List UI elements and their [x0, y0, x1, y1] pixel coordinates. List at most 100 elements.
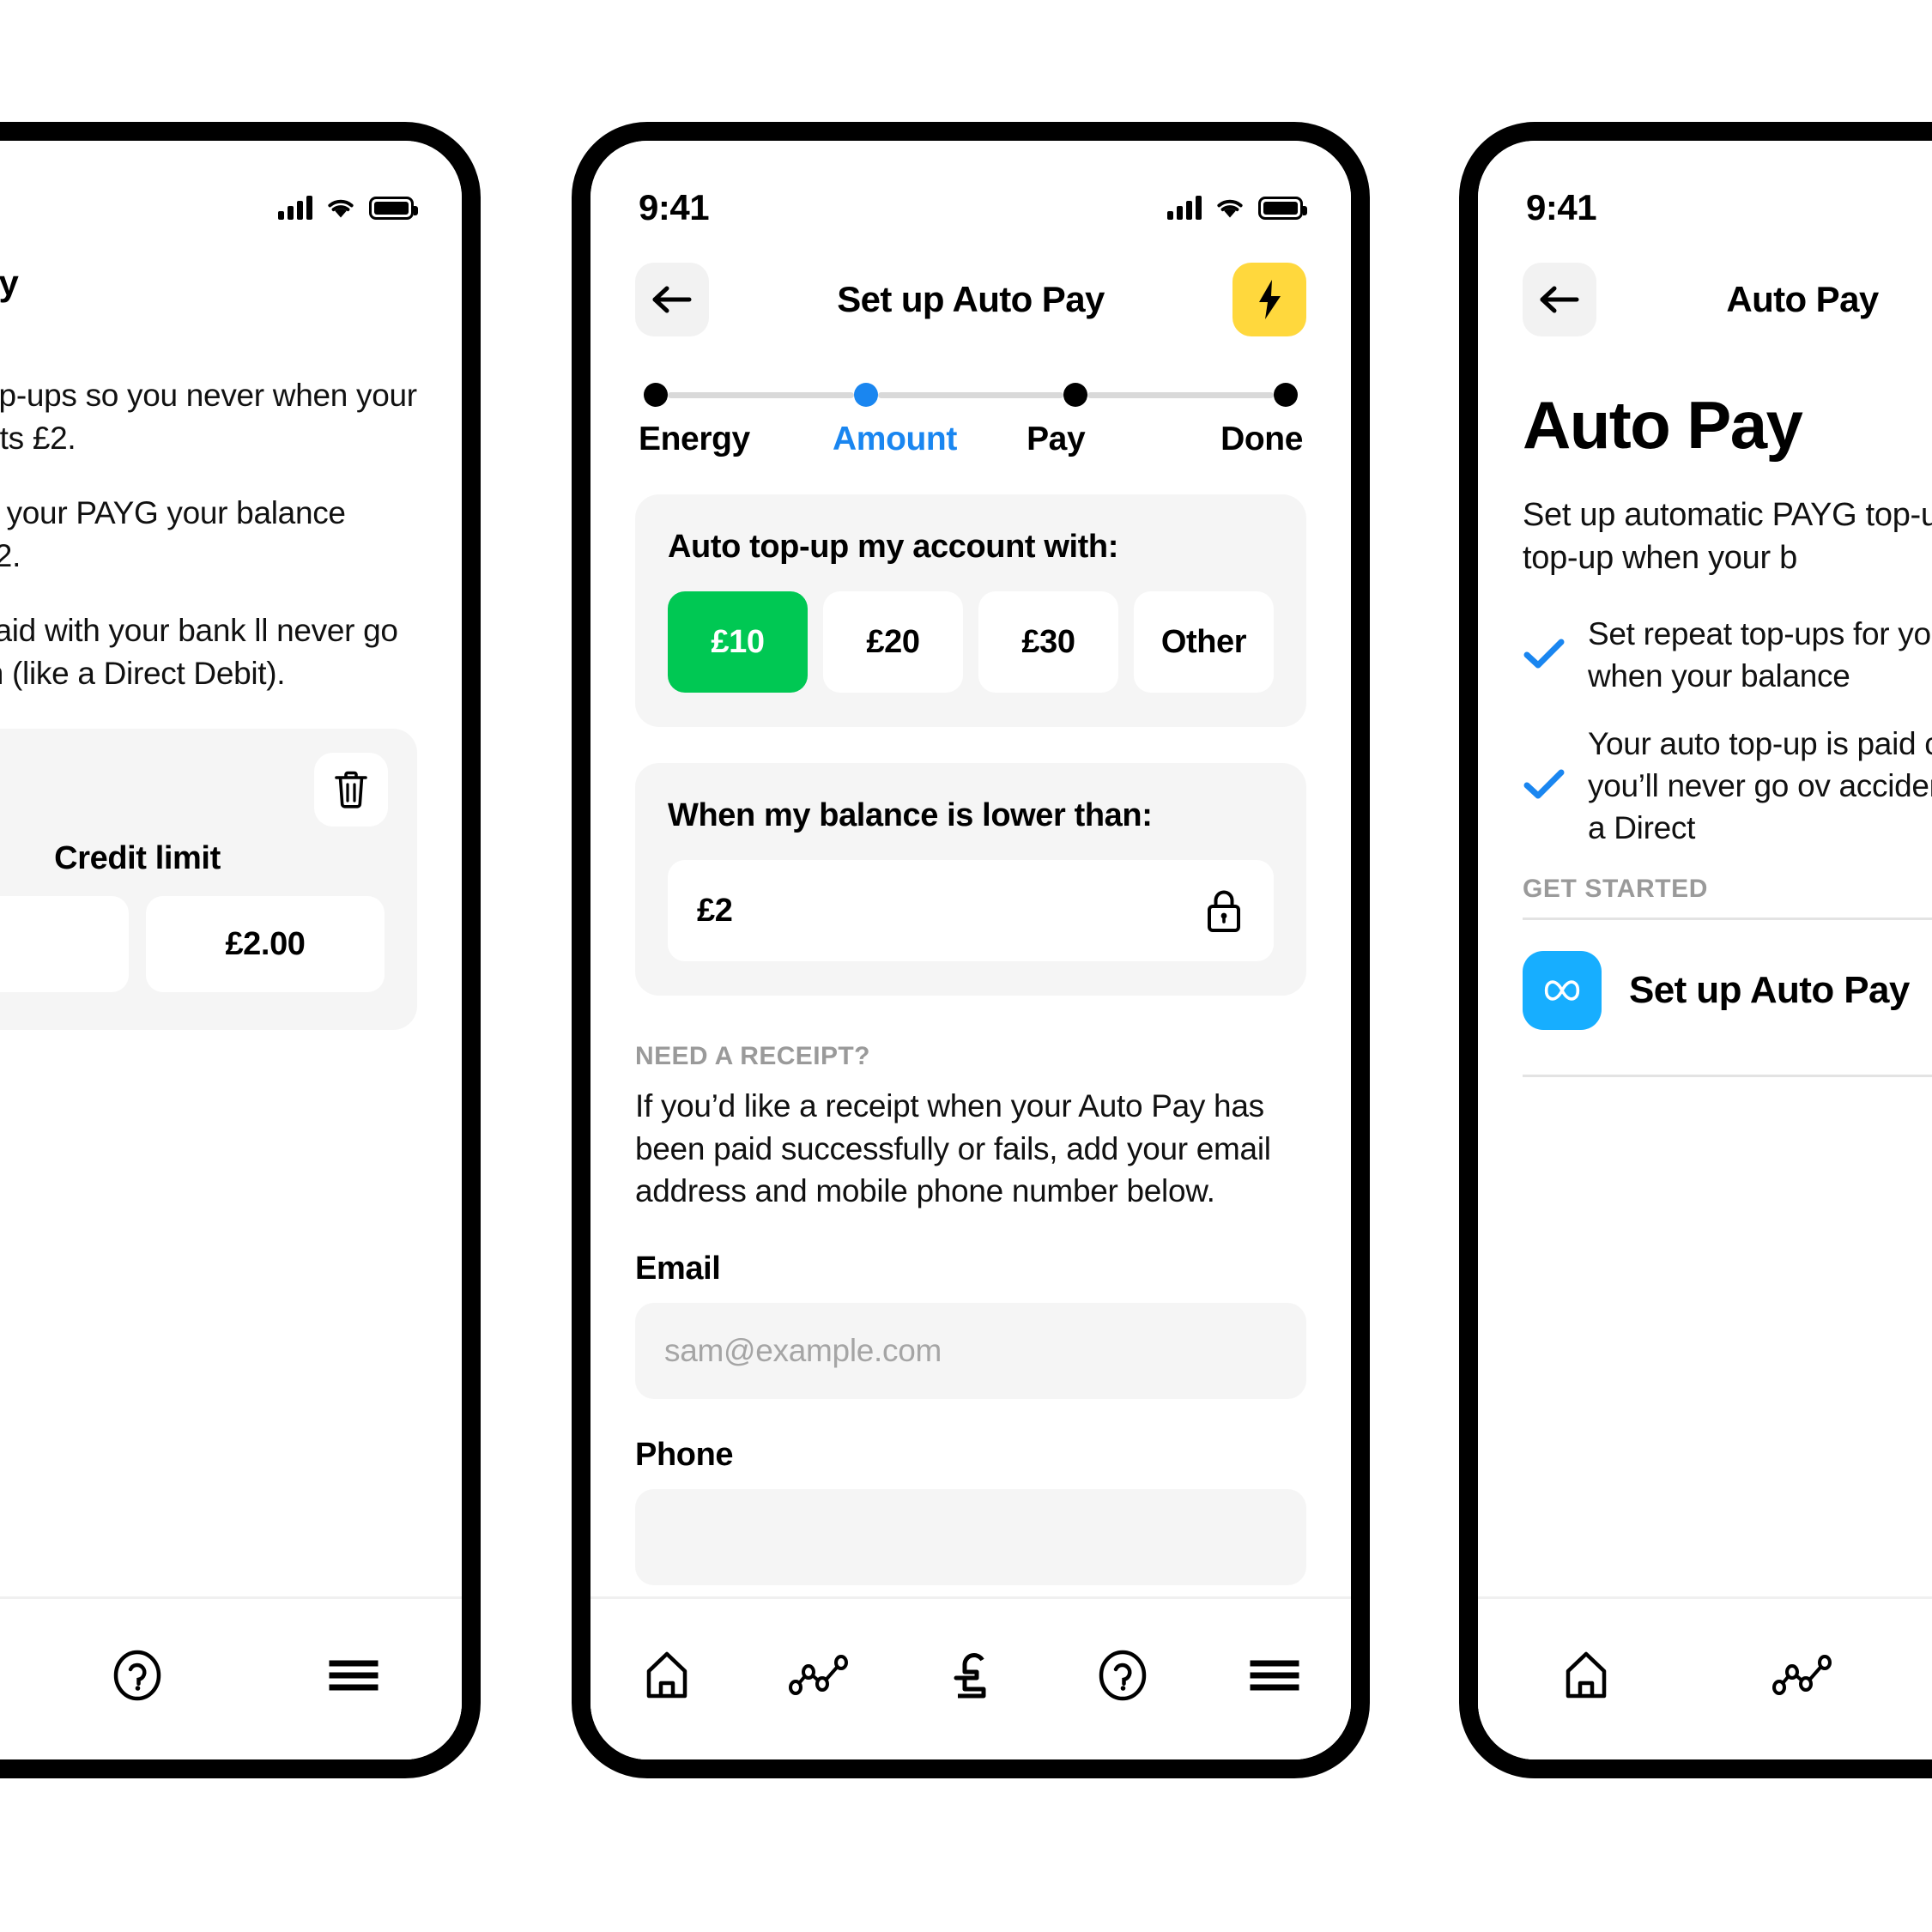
arrow-left-icon: [652, 286, 692, 313]
benefit-text-1: Set repeat top-ups for yo meter when you…: [1588, 616, 1932, 694]
usage-chart-icon: [788, 1655, 848, 1695]
balance-threshold-title: When my balance is lower than:: [668, 797, 1153, 833]
setup-auto-pay-row[interactable]: Set up Auto Pay: [1523, 920, 1932, 1061]
step-label-pay: Pay: [1027, 421, 1086, 457]
nav-bar-right: Auto Pay: [1478, 242, 1932, 347]
tab-home-right[interactable]: [1478, 1637, 1694, 1714]
back-button-right[interactable]: [1523, 263, 1596, 336]
signal-bars-icon: [1167, 196, 1202, 220]
page-title-right: Auto Pay: [1726, 279, 1879, 319]
status-icons: [278, 196, 418, 220]
signal-bars-icon: [278, 196, 312, 220]
step-label-done: Done: [1220, 421, 1303, 457]
back-button[interactable]: [635, 263, 709, 336]
credit-limit-label: Credit limit: [54, 840, 221, 877]
battery-icon: [1258, 196, 1307, 220]
email-label: Email: [635, 1250, 721, 1287]
progress-stepper: Energy Amount Pay Done: [591, 347, 1351, 458]
benefit-list: Set repeat top-ups for yo meter when you…: [1523, 614, 1932, 849]
list-item: Set repeat top-ups for yo meter when you…: [1523, 614, 1932, 698]
phone-screen-center: 9:41 Set up Auto Pay Energy Amount Pay D…: [591, 141, 1351, 1759]
hero-subtitle: Set up automatic PAYG top-u forget to to…: [1523, 497, 1932, 577]
balance-threshold-value: £2: [697, 892, 733, 929]
help-icon: [113, 1650, 161, 1701]
tab-usage[interactable]: [742, 1637, 894, 1714]
tab-help-left[interactable]: [29, 1637, 245, 1714]
tab-home[interactable]: [591, 1637, 742, 1714]
status-bar-left: [0, 141, 462, 242]
left-paragraph-1: c PAYG top-ups so you never when your ba…: [0, 378, 417, 456]
check-icon: [1523, 637, 1566, 675]
step-dot-energy[interactable]: [644, 383, 668, 407]
tab-pay-right[interactable]: [1911, 1637, 1932, 1714]
stepper-track: [639, 383, 1303, 407]
receipt-section-label: NEED A RECEIPT?: [635, 1042, 870, 1070]
phone-screen-left: Auto Pay c PAYG top-ups so you never whe…: [0, 141, 462, 1759]
delete-button[interactable]: [314, 753, 388, 827]
tab-usage-right[interactable]: [1694, 1637, 1911, 1714]
nav-bar-left: Auto Pay: [0, 242, 462, 314]
quick-action-button[interactable]: [1232, 263, 1306, 336]
amount-option-30[interactable]: £30: [978, 591, 1118, 693]
get-started-label: GET STARTED: [1523, 875, 1709, 904]
topup-amount-card: Auto top-up my account with: £10 £20 £30…: [635, 494, 1306, 727]
phone-mockup-left: Auto Pay c PAYG top-ups so you never whe…: [0, 122, 481, 1778]
status-time-right: 9:41: [1526, 187, 1597, 227]
tab-pay[interactable]: [894, 1637, 1046, 1714]
menu-icon: [329, 1660, 379, 1691]
setup-auto-pay-label: Set up Auto Pay: [1629, 969, 1910, 1012]
nav-bar-center: Set up Auto Pay: [591, 242, 1351, 347]
credit-limit-card: Credit limit £2.00: [0, 729, 417, 1031]
pound-icon: [954, 1653, 986, 1699]
receipt-body: If you’d like a receipt when your Auto P…: [635, 1088, 1271, 1209]
page-title-center: Set up Auto Pay: [837, 279, 1105, 319]
left-content: c PAYG top-ups so you never when your ba…: [0, 374, 462, 1031]
status-bar-center: 9:41: [591, 141, 1351, 242]
credit-limit-value[interactable]: £2.00: [146, 896, 385, 993]
tab-menu-left[interactable]: [245, 1637, 462, 1714]
check-icon: [1523, 767, 1566, 806]
balance-threshold-field[interactable]: £2: [668, 860, 1274, 961]
page-title-left: Auto Pay: [0, 263, 19, 303]
trash-icon: [335, 772, 367, 809]
tab-bar-left: [0, 1596, 462, 1759]
step-dot-amount[interactable]: [853, 383, 878, 407]
right-content: Auto Pay Set up automatic PAYG top-u for…: [1478, 386, 1932, 1078]
step-label-energy: Energy: [639, 421, 750, 457]
status-bar-right: 9:41: [1478, 141, 1932, 242]
center-content: Auto top-up my account with: £10 £20 £30…: [591, 494, 1351, 1585]
benefit-text-2: Your auto top-up is paid card, so you’ll…: [1588, 725, 1932, 845]
list-item: Your auto top-up is paid card, so you’ll…: [1523, 724, 1932, 849]
status-icons-center: [1167, 196, 1307, 220]
usage-chart-icon: [1772, 1655, 1832, 1695]
step-dot-done[interactable]: [1274, 383, 1299, 407]
help-icon: [1099, 1650, 1147, 1701]
phone-input[interactable]: [635, 1488, 1306, 1585]
tab-help[interactable]: [1047, 1637, 1199, 1714]
balance-threshold-card: When my balance is lower than: £2: [635, 763, 1306, 996]
step-line-2: [877, 391, 1064, 398]
credit-limit-field-left[interactable]: [0, 896, 129, 993]
amount-option-other[interactable]: Other: [1134, 591, 1274, 693]
hero-title: Auto Pay: [1523, 387, 1803, 463]
amount-option-10[interactable]: £10: [668, 591, 808, 693]
amount-option-20[interactable]: £20: [823, 591, 963, 693]
step-label-amount: Amount: [833, 421, 957, 457]
step-dot-pay[interactable]: [1063, 383, 1088, 407]
left-paragraph-3: op-up is paid with your bank ll never go…: [0, 613, 398, 691]
arrow-left-icon: [1540, 286, 1579, 313]
tab-pay-left[interactable]: [0, 1637, 29, 1714]
tab-bar-right: [1478, 1596, 1932, 1759]
tab-menu[interactable]: [1199, 1637, 1351, 1714]
left-paragraph-2: op-ups for your PAYG your balance reache…: [0, 495, 346, 573]
menu-icon: [1250, 1660, 1299, 1691]
email-input[interactable]: sam@example.com: [635, 1302, 1306, 1399]
list-divider-bottom: [1523, 1075, 1932, 1078]
bolt-icon: [1259, 280, 1281, 319]
lock-icon: [1208, 890, 1240, 932]
home-icon: [646, 1651, 687, 1699]
phone-mockup-right: 9:41 Auto Pay Auto Pay Set up automatic …: [1459, 122, 1932, 1778]
topup-amount-title: Auto top-up my account with:: [668, 529, 1118, 565]
phone-screen-right: 9:41 Auto Pay Auto Pay Set up automatic …: [1478, 141, 1932, 1759]
home-icon: [1566, 1651, 1607, 1699]
